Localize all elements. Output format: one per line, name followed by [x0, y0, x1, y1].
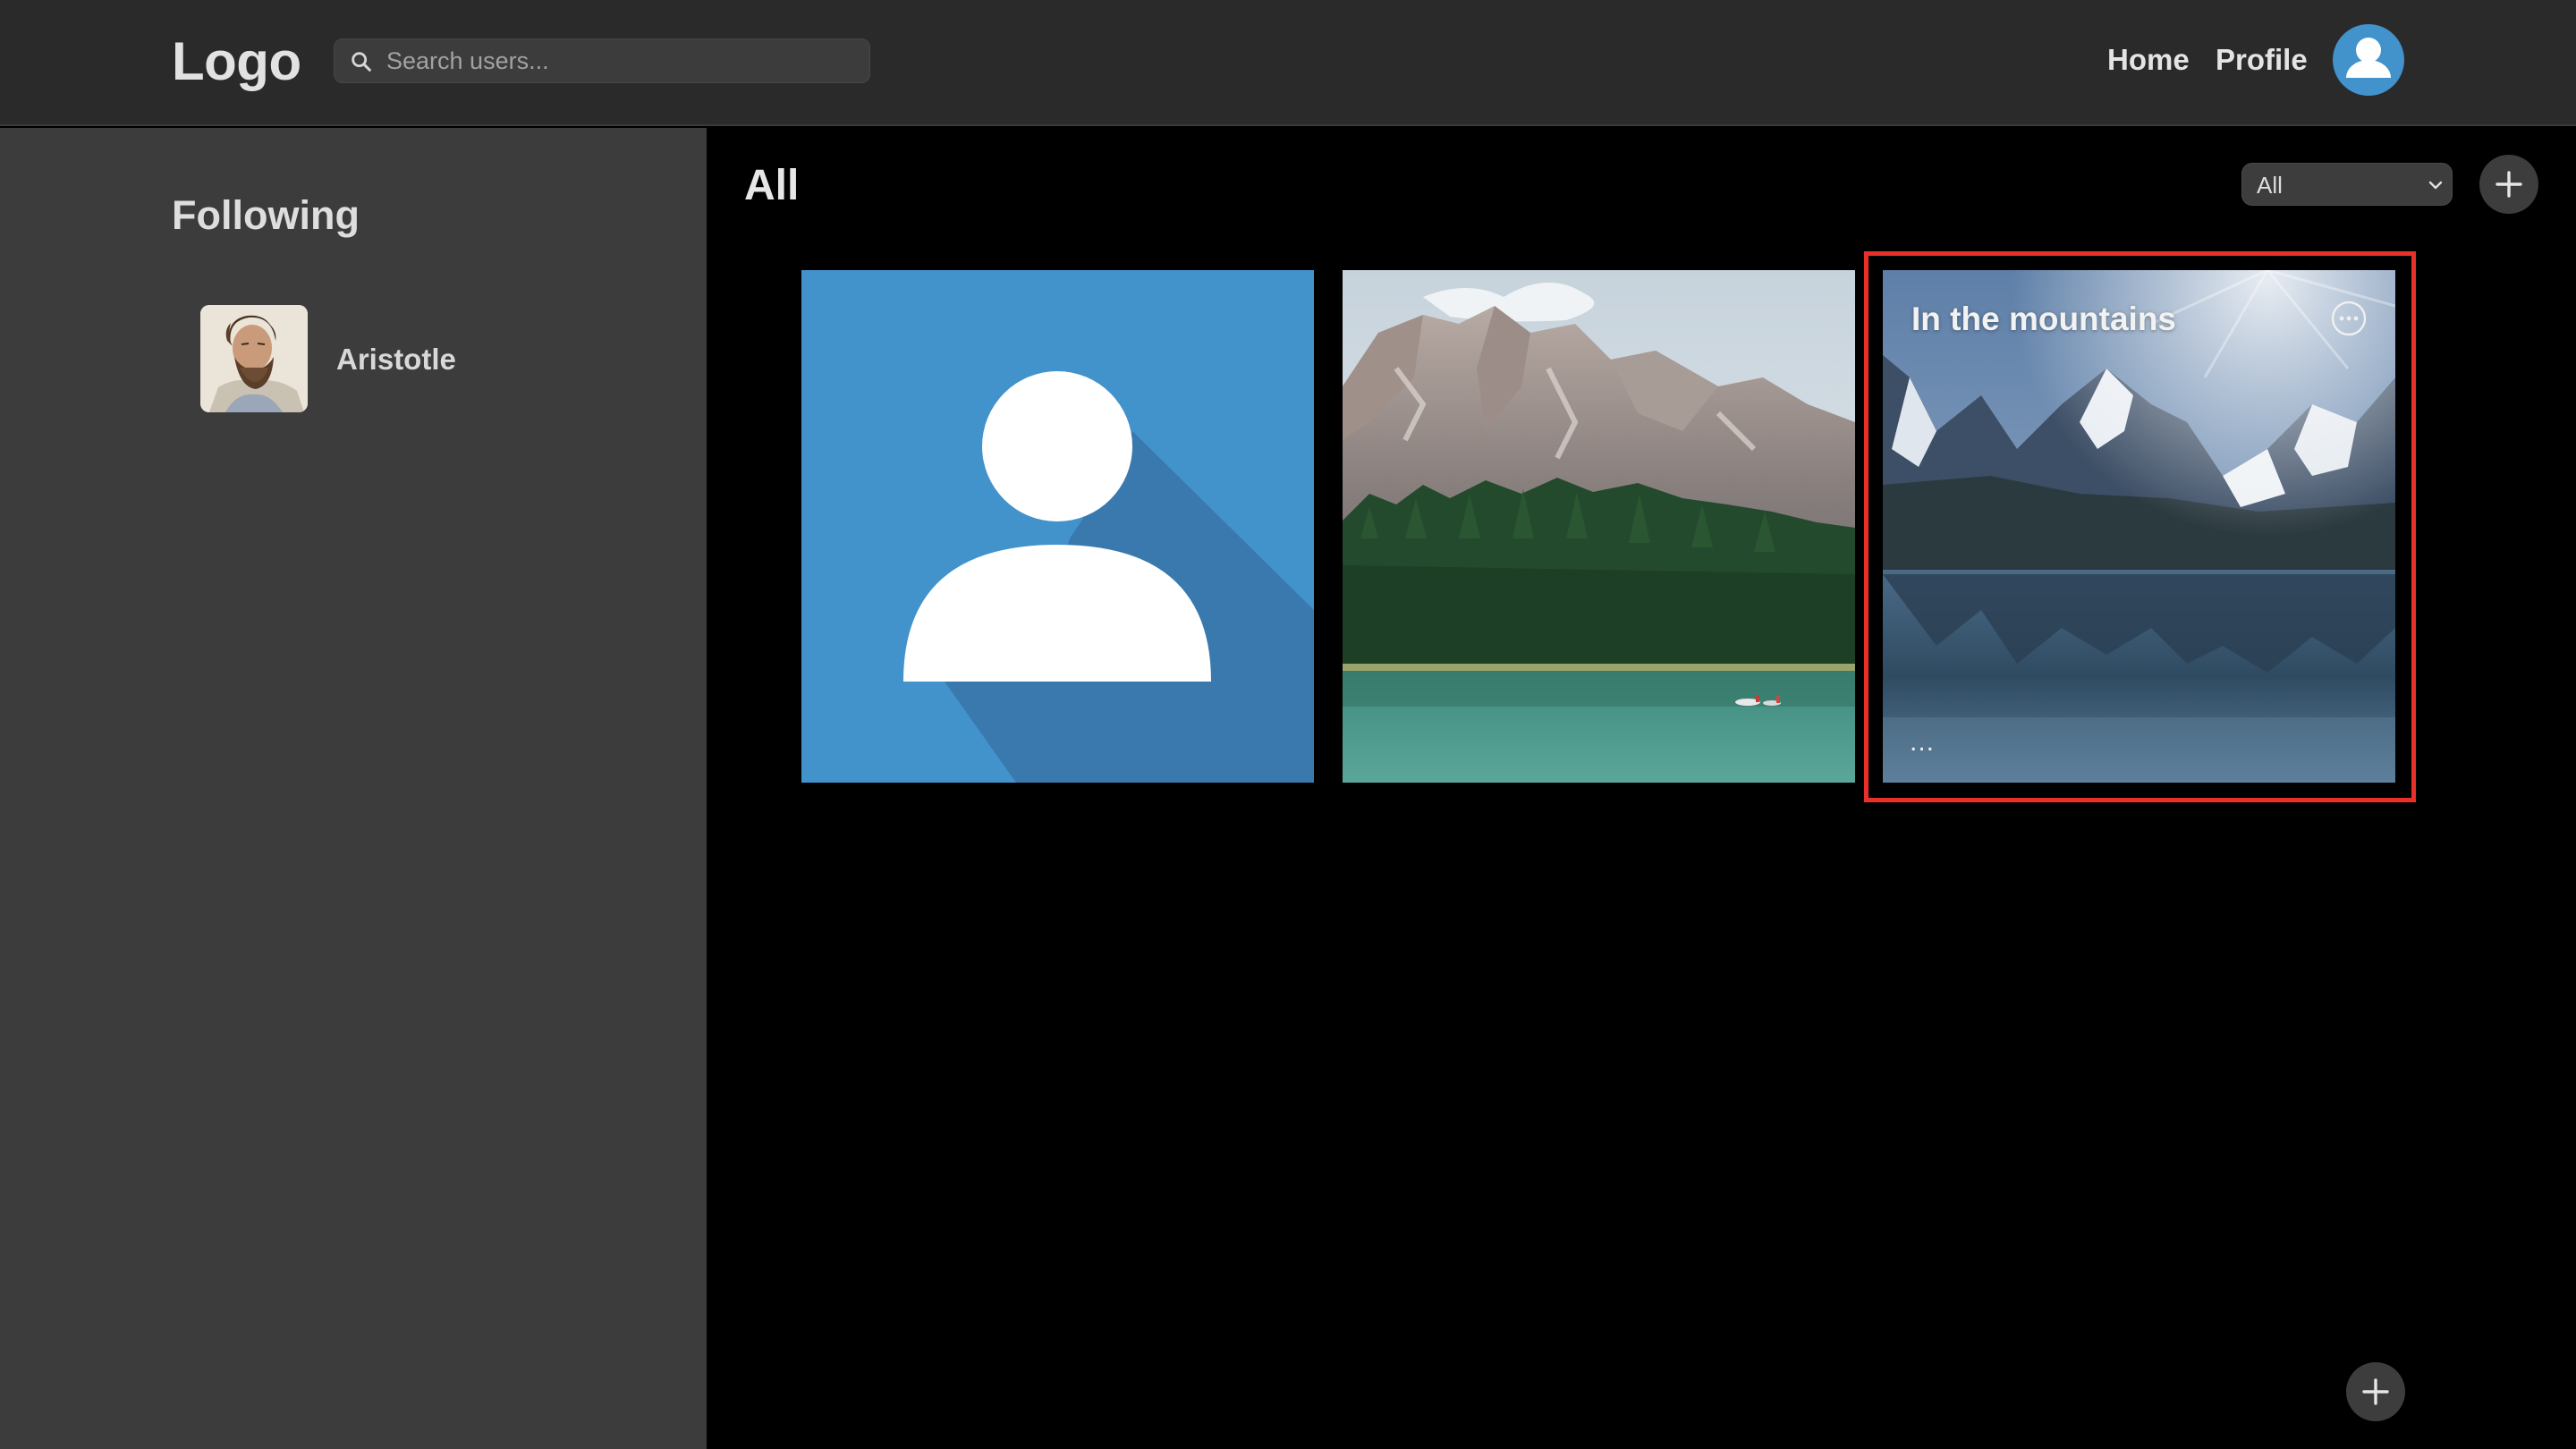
user-avatar-icon — [2346, 38, 2391, 78]
logo[interactable]: Logo — [172, 30, 301, 92]
mountain-lake-photo — [1343, 270, 1855, 783]
following-item-name: Aristotle — [336, 343, 456, 376]
default-avatar-image — [801, 270, 1314, 783]
more-options-icon[interactable] — [2330, 300, 2368, 337]
card-title: In the mountains — [1911, 301, 2176, 337]
search-icon — [352, 52, 371, 72]
search-input[interactable] — [386, 39, 860, 82]
card-dots: ... — [1910, 727, 1936, 757]
top-bar: Logo Home Profile — [0, 0, 2576, 126]
plus-icon — [2496, 171, 2522, 198]
board-card-mountain-lake[interactable] — [1343, 270, 1855, 783]
sidebar: Following Aristotle — [0, 128, 707, 1449]
board-card-in-the-mountains[interactable]: In the mountains ... — [1883, 270, 2395, 783]
page-title: All — [744, 162, 800, 209]
filter-selected-value: All — [2257, 172, 2283, 199]
board-card-default-avatar[interactable] — [801, 270, 1314, 783]
nav-profile-link[interactable]: Profile — [2216, 43, 2308, 77]
chevron-down-icon — [2428, 181, 2443, 190]
nav-home-link[interactable]: Home — [2107, 43, 2190, 77]
add-button-bottom[interactable] — [2346, 1362, 2405, 1421]
user-avatar-button[interactable] — [2333, 24, 2404, 96]
following-item-aristotle[interactable]: Aristotle — [200, 305, 630, 412]
add-button[interactable] — [2479, 155, 2538, 214]
filter-select[interactable]: All — [2241, 163, 2453, 206]
search-box[interactable] — [334, 38, 870, 83]
plus-icon — [2362, 1378, 2389, 1405]
aristotle-portrait — [200, 305, 308, 412]
mountain-reflection-photo — [1883, 270, 2395, 783]
sidebar-title: Following — [172, 192, 360, 238]
